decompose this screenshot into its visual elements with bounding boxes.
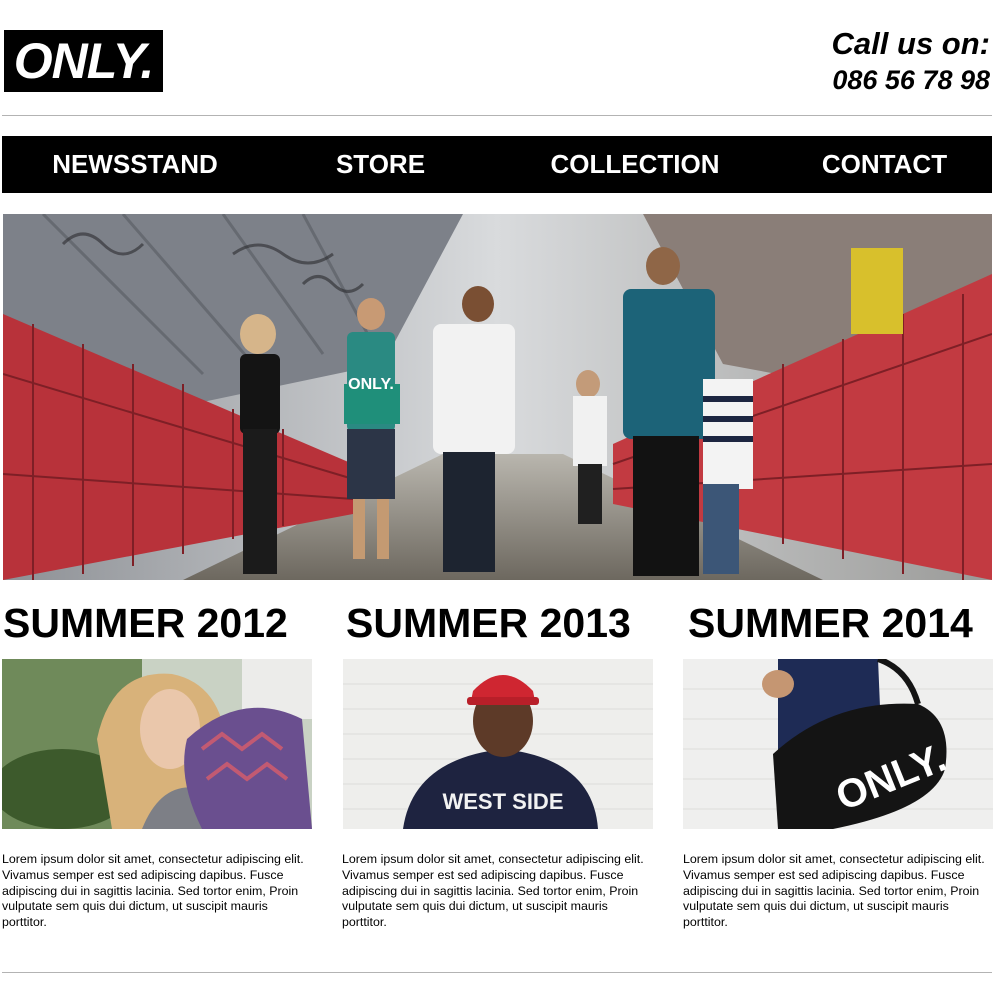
hero-image: ONLY.	[3, 214, 992, 580]
main-nav: NEWSSTAND STORE COLLECTION CONTACT	[2, 136, 992, 193]
header-divider	[2, 115, 992, 116]
collection-text-2014: Lorem ipsum dolor sit amet, consectetur …	[683, 852, 985, 930]
collection-text-2012: Lorem ipsum dolor sit amet, consectetur …	[2, 852, 304, 930]
collection-text-2013: Lorem ipsum dolor sit amet, consectetur …	[342, 852, 644, 930]
hero-shirt-print: ONLY.	[348, 376, 394, 393]
collection-image-2014[interactable]: ONLY.	[683, 659, 993, 829]
nav-item-store[interactable]: STORE	[268, 136, 493, 193]
collection-title-2013[interactable]: SUMMER 2013	[346, 598, 631, 648]
nav-item-contact[interactable]: CONTACT	[777, 136, 992, 193]
shirt-print: WEST SIDE	[442, 789, 563, 814]
footer-divider	[2, 972, 992, 973]
call-us-label: Call us on:	[831, 26, 990, 61]
phone-number[interactable]: 086 56 78 98	[832, 62, 990, 98]
call-us-block: Call us on: 086 56 78 98	[832, 26, 990, 98]
collection-title-2014[interactable]: SUMMER 2014	[688, 598, 973, 648]
collection-image-2012[interactable]	[2, 659, 312, 829]
nav-item-collection[interactable]: COLLECTION	[493, 136, 777, 193]
collection-title-2012[interactable]: SUMMER 2012	[3, 598, 288, 648]
collection-image-2013[interactable]: WEST SIDE	[343, 659, 653, 829]
brand-logo[interactable]: ONLY.	[4, 30, 163, 92]
nav-item-newsstand[interactable]: NEWSSTAND	[2, 136, 268, 193]
